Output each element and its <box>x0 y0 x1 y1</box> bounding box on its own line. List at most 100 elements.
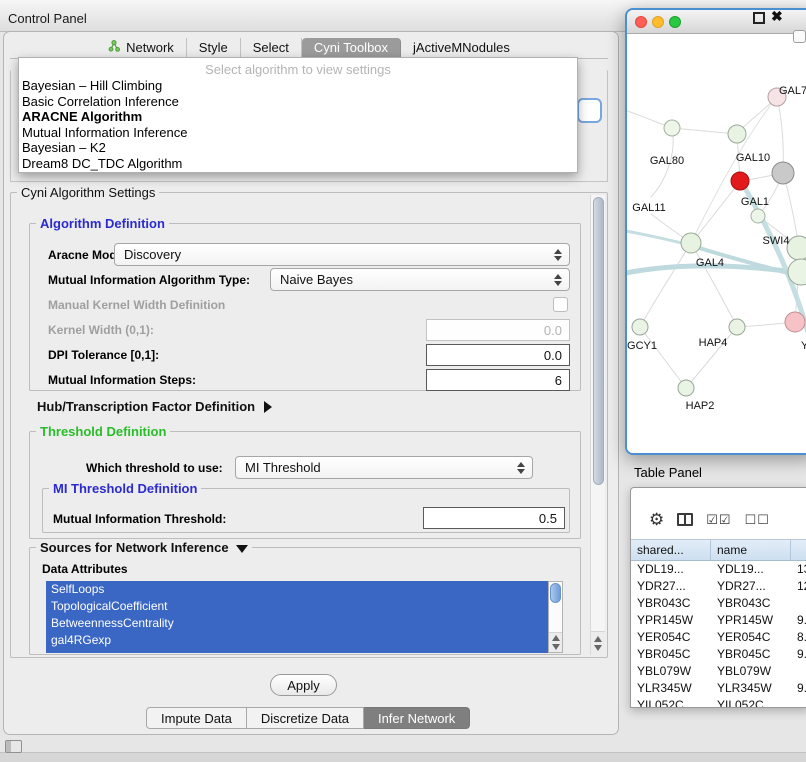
which-threshold-label: Which threshold to use: <box>86 461 223 475</box>
attribute-item[interactable]: gal4RGexp <box>46 632 548 649</box>
attribute-item[interactable]: SelfLoops <box>46 581 548 598</box>
algorithm-option[interactable]: Bayesian – K2 <box>19 140 577 156</box>
network-edge[interactable] <box>691 181 740 243</box>
tab-style[interactable]: Style <box>187 38 241 58</box>
table-cell: YBR045C <box>711 646 791 663</box>
kernel-width-label: Kernel Width (0,1): <box>48 323 154 337</box>
network-node[interactable] <box>728 125 746 143</box>
column-header[interactable]: name <box>711 540 791 560</box>
table-row[interactable]: YDL19...YDL19...13 <box>631 561 806 578</box>
attribute-item[interactable]: TopologicalCoefficient <box>46 598 548 615</box>
network-node[interactable] <box>729 319 745 335</box>
minimize-traffic-light-icon[interactable] <box>652 16 664 28</box>
data-attributes-list[interactable]: SelfLoopsTopologicalCoefficientBetweenne… <box>46 581 548 653</box>
table-header-row: shared...name <box>631 539 806 561</box>
which-threshold-select[interactable]: MI Threshold <box>235 456 533 479</box>
tab-label: Network <box>126 40 174 55</box>
tab-select[interactable]: Select <box>241 38 302 58</box>
network-node[interactable] <box>632 319 648 335</box>
table-cell: 9. <box>791 612 806 629</box>
mi-steps-input[interactable]: 6 <box>426 369 570 391</box>
sources-group-title[interactable]: Sources for Network Inference <box>36 540 252 555</box>
tab-label: Style <box>199 40 228 55</box>
dpi-tolerance-input[interactable]: 0.0 <box>426 344 570 366</box>
kernel-width-input[interactable]: 0.0 <box>426 319 570 341</box>
network-node[interactable] <box>785 312 805 332</box>
hub-definition-toggle[interactable]: Hub/Transcription Factor Definition <box>37 399 272 414</box>
network-node[interactable] <box>787 236 806 260</box>
tab-impute-data[interactable]: Impute Data <box>146 707 247 729</box>
scrollbar-arrows[interactable] <box>591 631 605 655</box>
table-cell: YER054C <box>711 629 791 646</box>
algorithm-option[interactable]: ARACNE Algorithm <box>19 109 577 125</box>
threshold-definition-title: Threshold Definition <box>36 424 170 439</box>
manual-kernel-checkbox[interactable] <box>553 297 568 312</box>
column-header[interactable]: shared... <box>631 540 711 560</box>
settings-scrollbar[interactable] <box>590 195 605 655</box>
mi-type-select[interactable]: Naive Bayes <box>270 268 570 291</box>
mi-threshold-input[interactable]: 0.5 <box>423 507 565 529</box>
table-row[interactable]: YBR043CYBR043C <box>631 595 806 612</box>
panel-dock-icon[interactable] <box>5 740 22 753</box>
scrollbar-thumb[interactable] <box>550 583 561 603</box>
tab-discretize-data[interactable]: Discretize Data <box>247 707 364 729</box>
network-edge[interactable] <box>640 327 686 388</box>
scrollbar-thumb[interactable] <box>593 197 604 485</box>
algorithm-definition-group: Algorithm Definition Aracne Mode: Discov… <box>29 223 581 391</box>
algorithm-option[interactable]: Basic Correlation Inference <box>19 94 577 110</box>
table-cell: YDR27... <box>711 578 791 595</box>
hide-columns-icon[interactable]: ☐☐ <box>745 512 770 528</box>
zoom-traffic-light-icon[interactable] <box>669 16 681 28</box>
mi-threshold-group-title: MI Threshold Definition <box>49 481 201 496</box>
column-chooser-icon[interactable] <box>677 513 693 526</box>
table-row[interactable]: YIL052CYIL052C <box>631 697 806 708</box>
network-edge[interactable] <box>640 243 691 327</box>
algorithm-combo-fragment[interactable] <box>577 98 602 123</box>
table-row[interactable]: YBR045CYBR045C9. <box>631 646 806 663</box>
tab-jactivemnodules[interactable]: jActiveMNodules <box>401 38 522 58</box>
manual-kernel-label: Manual Kernel Width Definition <box>48 298 225 312</box>
table-cell: YIL052C <box>631 697 711 708</box>
table-row[interactable]: YLR345WYLR345W9. <box>631 680 806 697</box>
table-cell: 9. <box>791 680 806 697</box>
network-node[interactable] <box>751 209 765 223</box>
settings-gear-icon[interactable]: ⚙ <box>649 511 664 528</box>
network-node[interactable] <box>664 120 680 136</box>
algorithm-option[interactable]: Bayesian – Hill Climbing <box>19 78 577 94</box>
algorithm-option[interactable]: Dream8 DC_TDC Algorithm <box>19 156 577 172</box>
network-node[interactable] <box>681 233 701 253</box>
attribute-item-partial[interactable] <box>46 649 548 653</box>
toolbar-toggle-icon[interactable] <box>793 30 806 43</box>
show-columns-icon[interactable]: ☑☑ <box>706 512 731 528</box>
table-cell: YDL19... <box>631 561 711 578</box>
network-edge[interactable] <box>672 128 737 134</box>
network-node[interactable] <box>678 380 694 396</box>
attribute-list-scrollbar[interactable] <box>548 581 563 653</box>
close-icon[interactable]: ✖ <box>771 8 783 25</box>
table-panel-title: Table Panel <box>634 465 702 480</box>
tab-cyni-toolbox[interactable]: Cyni Toolbox <box>302 38 401 58</box>
aracne-mode-select[interactable]: Discovery <box>114 243 570 266</box>
apply-button[interactable]: Apply <box>270 674 337 696</box>
close-traffic-light-icon[interactable] <box>635 16 647 28</box>
table-cell: 9. <box>791 646 806 663</box>
tab-label: Cyni Toolbox <box>314 40 388 55</box>
network-node[interactable] <box>772 162 794 184</box>
tab-infer-network[interactable]: Infer Network <box>364 707 470 729</box>
table-row[interactable]: YPR145WYPR145W9. <box>631 612 806 629</box>
scrollbar-arrows[interactable] <box>549 632 562 652</box>
tab-network[interactable]: Network <box>96 38 187 58</box>
table-cell: YPR145W <box>631 612 711 629</box>
table-row[interactable]: YER054CYER054C8. <box>631 629 806 646</box>
attribute-item[interactable]: BetweennessCentrality <box>46 615 548 632</box>
cyni-bottom-tabs: Impute DataDiscretize DataInfer Network <box>146 707 470 729</box>
chevron-right-icon <box>264 401 272 413</box>
network-node[interactable] <box>731 172 749 190</box>
table-row[interactable]: YDR27...YDR27...12 <box>631 578 806 595</box>
column-header[interactable] <box>791 540 806 560</box>
network-canvas[interactable]: GAL7GAL80GAL10GAL11GAL1SWI4GAL4GCY1HAP4Y… <box>627 34 806 453</box>
table-row[interactable]: YBL079WYBL079W <box>631 663 806 680</box>
algorithm-option[interactable]: Mutual Information Inference <box>19 125 577 141</box>
table-cell: YBR043C <box>711 595 791 612</box>
float-window-icon[interactable] <box>753 12 765 24</box>
